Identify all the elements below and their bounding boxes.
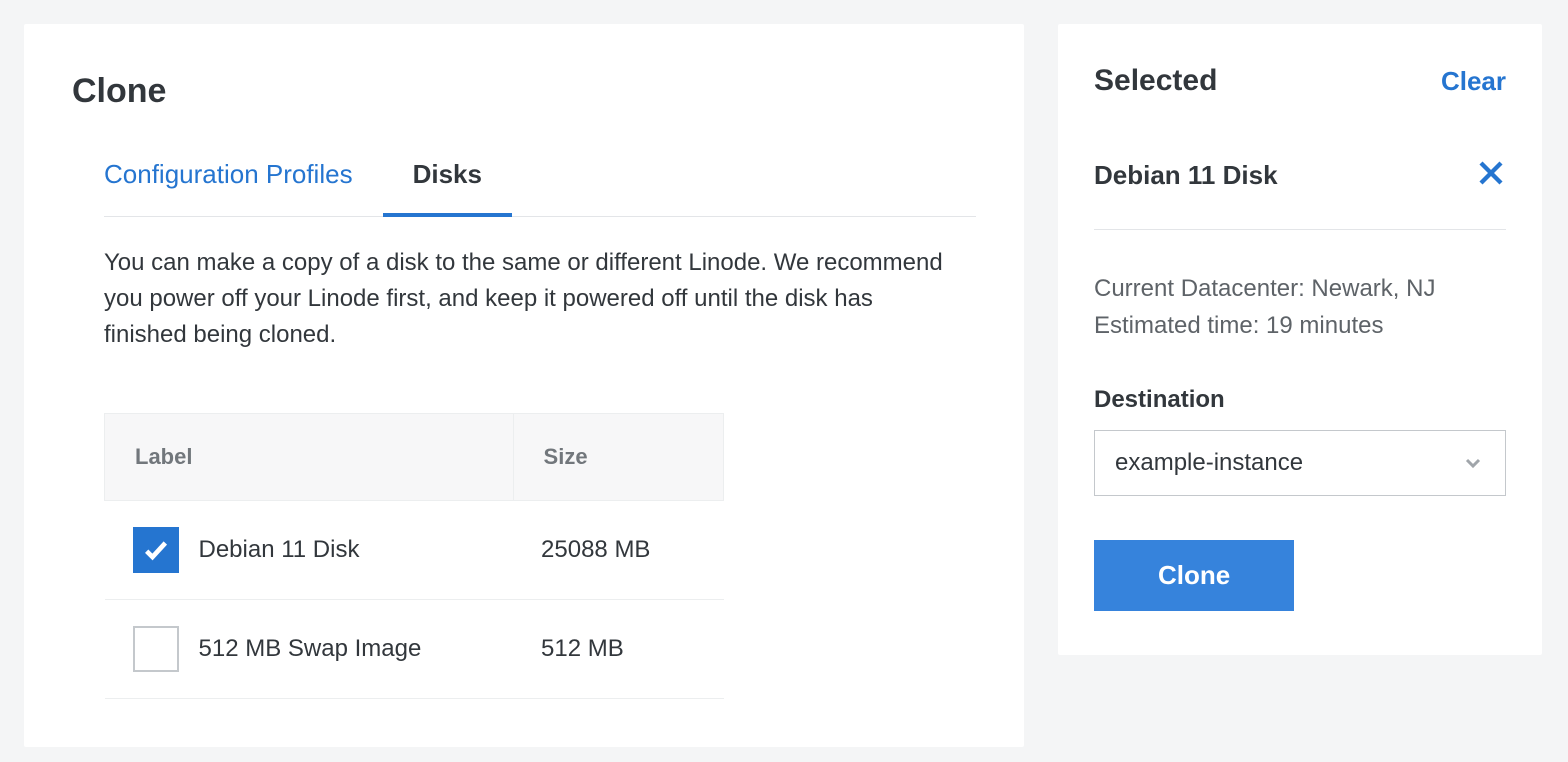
page-title: Clone	[72, 72, 976, 111]
estimated-time-info: Estimated time: 19 minutes	[1094, 307, 1506, 344]
check-icon	[142, 536, 170, 564]
disk-checkbox[interactable]	[133, 527, 179, 573]
clone-button[interactable]: Clone	[1094, 540, 1294, 611]
datacenter-info: Current Datacenter: Newark, NJ	[1094, 270, 1506, 307]
chevron-down-icon	[1461, 451, 1485, 475]
col-label: Label	[105, 414, 514, 501]
destination-value: example-instance	[1115, 449, 1303, 477]
selected-panel: Selected Clear Debian 11 Disk Current Da…	[1058, 24, 1542, 655]
selected-disk-item: Debian 11 Disk	[1094, 158, 1506, 230]
remove-selected-button[interactable]	[1476, 158, 1506, 193]
clear-button[interactable]: Clear	[1441, 66, 1506, 97]
tabs: Configuration Profiles Disks	[104, 159, 976, 217]
close-icon	[1476, 158, 1506, 188]
tab-configuration-profiles[interactable]: Configuration Profiles	[104, 159, 353, 216]
disk-label: Debian 11 Disk	[199, 536, 360, 564]
clone-panel: Clone Configuration Profiles Disks You c…	[24, 24, 1024, 747]
selected-disk-label: Debian 11 Disk	[1094, 160, 1278, 191]
disk-label: 512 MB Swap Image	[199, 635, 422, 663]
destination-select[interactable]: example-instance	[1094, 430, 1506, 496]
disks-table: Label Size Debian 11 Disk 25088 MB	[104, 413, 724, 699]
tab-disks[interactable]: Disks	[413, 159, 482, 216]
table-row: 512 MB Swap Image 512 MB	[105, 600, 724, 699]
col-size: Size	[513, 414, 723, 501]
disk-checkbox[interactable]	[133, 626, 179, 672]
disks-description: You can make a copy of a disk to the sam…	[104, 245, 944, 353]
disk-size: 512 MB	[513, 600, 723, 699]
selected-title: Selected	[1094, 64, 1217, 98]
destination-label: Destination	[1094, 386, 1506, 414]
table-row: Debian 11 Disk 25088 MB	[105, 501, 724, 600]
disk-size: 25088 MB	[513, 501, 723, 600]
